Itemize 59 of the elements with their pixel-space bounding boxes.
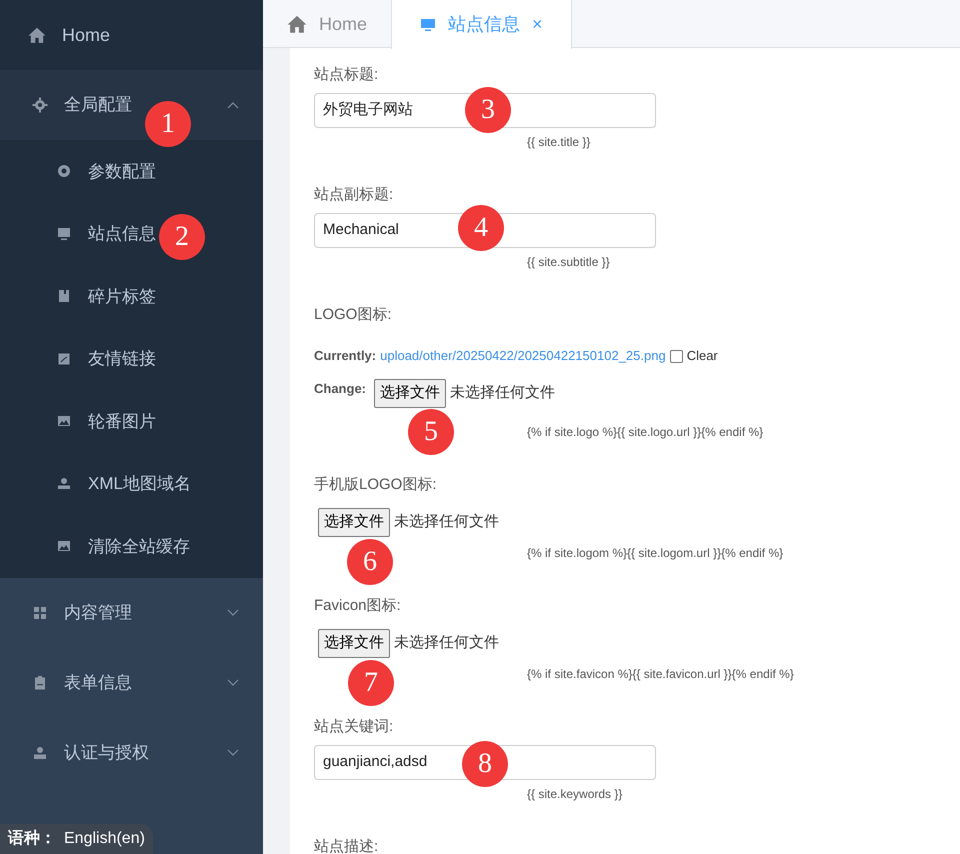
home-icon	[28, 26, 46, 44]
group-label: 表单信息	[64, 672, 132, 694]
clear-checkbox[interactable]	[670, 350, 683, 362]
number-marker: 5	[408, 409, 454, 455]
monitor-icon	[56, 226, 72, 242]
chart-icon	[56, 350, 72, 367]
number-marker: 7	[348, 660, 394, 706]
file-status: 未选择任何文件	[394, 512, 499, 532]
change-label: Change:	[314, 380, 366, 398]
gear-icon	[32, 97, 48, 113]
file-status: 未选择任何文件	[394, 633, 499, 654]
template-hint: {{ site.subtitle }}	[527, 255, 611, 269]
clear-label: Clear	[686, 347, 718, 366]
clipboard-icon	[32, 674, 48, 690]
choose-file-button[interactable]: 选择文件	[318, 629, 390, 658]
chevron-icon	[227, 678, 239, 686]
file-status: 未选择任何文件	[450, 383, 555, 404]
number-marker: 3	[465, 87, 511, 133]
user-icon	[56, 476, 72, 492]
user-icon	[32, 744, 48, 760]
language-badge[interactable]: 语种： English(en)	[0, 824, 153, 854]
home-icon	[287, 14, 307, 34]
field-label: Favicon图标:	[314, 596, 402, 616]
number-marker: 4	[458, 205, 504, 251]
group-label: 全局配置	[64, 94, 132, 116]
book-icon	[56, 288, 72, 304]
sidebar-subitem[interactable]: 碎片标签	[0, 265, 263, 328]
sidebar-subitem[interactable]: 轮番图片	[0, 390, 263, 452]
chevron-icon	[227, 608, 239, 616]
sidebar-item[interactable]: Home	[0, 0, 263, 70]
language-value: English(en)	[64, 829, 145, 849]
choose-file-button[interactable]: 选择文件	[374, 379, 446, 408]
monitor-icon	[420, 16, 436, 32]
choose-file-button[interactable]: 选择文件	[318, 508, 390, 537]
chevron-icon	[227, 748, 239, 756]
group-label: 认证与授权	[64, 742, 149, 764]
language-label: 语种：	[8, 828, 56, 849]
number-marker: 8	[462, 741, 508, 787]
template-hint: {% if site.favicon %}{{ site.favicon.url }}{% endif %}	[527, 667, 795, 681]
template-hint: {% if site.logom %}{{ site.logom.url }}{% endif %}	[527, 546, 784, 560]
field-label: 站点关键词:	[314, 717, 394, 737]
template-hint: {% if site.logo %}{{ site.logo.url }}{% endif %}	[527, 425, 764, 439]
field-label: 站点标题:	[314, 65, 380, 85]
number-marker: 6	[347, 539, 393, 585]
currently-label: Currently:	[314, 347, 376, 366]
field-label: 站点副标题:	[314, 185, 394, 205]
sidebar-subitem[interactable]: XML地图域名	[0, 452, 263, 515]
sidebar-subitem[interactable]: 清除全站缓存	[0, 515, 263, 578]
group-label: 内容管理	[64, 602, 132, 624]
field-label: 手机版LOGO图标:	[314, 475, 438, 495]
field-label: 站点描述:	[314, 837, 380, 854]
field-label: LOGO图标:	[314, 305, 393, 325]
circle-icon	[56, 163, 72, 180]
chevron-icon	[227, 101, 239, 109]
template-hint: {{ site.keywords }}	[527, 787, 624, 801]
sidebar-subitem[interactable]: 参数配置	[0, 140, 263, 202]
grid-icon	[32, 604, 48, 620]
sidebar-subitem[interactable]: 友情链接	[0, 328, 263, 390]
template-hint: {{ site.title }}	[527, 135, 592, 149]
